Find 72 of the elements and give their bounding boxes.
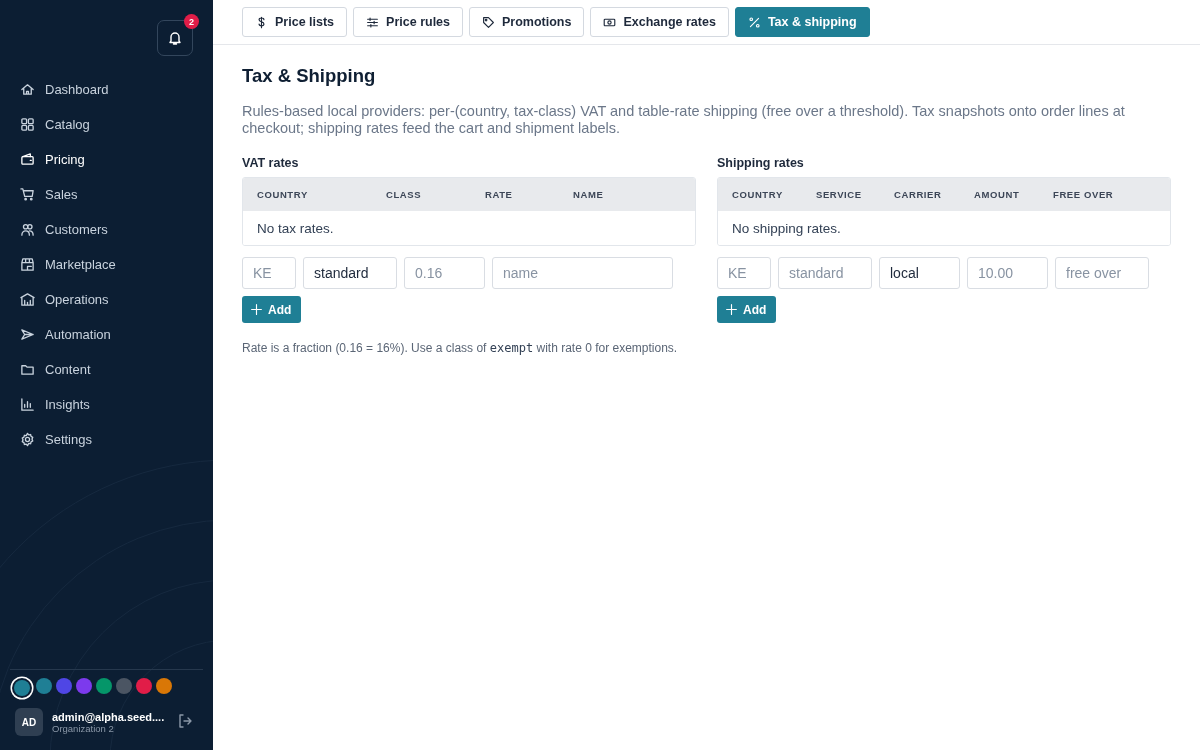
home-icon	[20, 81, 35, 97]
add-button[interactable]: Add	[717, 296, 777, 323]
nav-item[interactable]: Operations	[12, 288, 201, 310]
tab[interactable]: Promotions	[469, 7, 585, 37]
nav-item[interactable]: Dashboard	[12, 78, 201, 100]
input-field[interactable]: local	[879, 257, 960, 289]
tab[interactable]: Exchange rates	[590, 7, 729, 37]
user-avatar: AD	[15, 708, 43, 736]
dollar-icon	[255, 15, 268, 29]
input-field[interactable]: standard	[778, 257, 872, 289]
notification-button[interactable]	[157, 20, 193, 56]
sliders-icon	[366, 15, 380, 29]
input-field[interactable]: standard	[303, 257, 397, 289]
theme-swatch[interactable]	[96, 678, 112, 694]
plus-icon	[725, 303, 738, 316]
tab[interactable]: Price rules	[353, 7, 463, 37]
nav-item[interactable]: Sales	[12, 183, 201, 205]
input-field[interactable]: KE	[242, 257, 296, 289]
page-description: Rules-based local providers: per-(country, tax-class) VAT and table-rate shipping (free over a threshold). Tax snapshots onto order lines at checkout; shipping rates feed the cart and shipment labels.	[242, 103, 1126, 137]
nav-item[interactable]: Insights	[12, 393, 201, 415]
organization-name: Organization 2	[52, 722, 114, 734]
percent-icon	[747, 15, 761, 29]
user-email: admin@alpha.seed....	[52, 710, 165, 723]
input-field[interactable]: 10.00	[967, 257, 1048, 289]
input-field[interactable]: free over	[1055, 257, 1149, 289]
add-button[interactable]: Add	[242, 296, 302, 323]
users-icon	[20, 221, 35, 237]
notification-badge: 2	[184, 14, 199, 29]
building-icon	[20, 291, 35, 307]
input-field[interactable]: KE	[717, 257, 771, 289]
column-header: SERVICE	[816, 189, 863, 200]
theme-swatch[interactable]	[56, 678, 72, 694]
column-header: COUNTRY	[257, 189, 309, 200]
theme-swatch[interactable]	[136, 678, 152, 694]
column-header: COUNTRY	[732, 189, 784, 200]
column-header: CARRIER	[894, 189, 943, 200]
theme-swatch[interactable]	[76, 678, 92, 694]
theme-swatch[interactable]	[116, 678, 132, 694]
column-header: NAME	[573, 189, 605, 200]
cart-icon	[20, 186, 35, 202]
tag-icon	[482, 15, 495, 29]
nav-item[interactable]: Catalog	[12, 113, 201, 135]
nav-item[interactable]: Pricing	[12, 148, 201, 170]
nav-item[interactable]: Customers	[12, 218, 201, 240]
section-heading: Shipping rates	[717, 156, 805, 170]
column-header: AMOUNT	[974, 189, 1021, 200]
tab[interactable]: Tax & shipping	[734, 7, 870, 37]
tab[interactable]: Price lists	[242, 7, 348, 37]
nav-item[interactable]: Marketplace	[12, 253, 201, 275]
theme-swatch[interactable]	[14, 680, 30, 696]
input-field[interactable]: name	[492, 257, 673, 289]
nav-item[interactable]: Content	[12, 358, 201, 380]
nav-item[interactable]: Automation	[12, 323, 201, 345]
column-header: RATE	[485, 189, 514, 200]
column-header: CLASS	[386, 189, 423, 200]
store-icon	[20, 256, 35, 272]
section-heading: VAT rates	[242, 156, 300, 170]
wallet-icon	[20, 151, 35, 167]
help-text: Rate is a fraction (0.16 = 16%). Use a class of exempt with rate 0 for exemptions.	[242, 341, 679, 355]
bar-chart-icon	[20, 396, 35, 412]
settings-icon	[20, 431, 35, 447]
logout-icon[interactable]	[177, 712, 193, 729]
page-title: Tax & Shipping	[242, 65, 377, 87]
send-icon	[20, 326, 35, 342]
column-header: FREE OVER	[1053, 189, 1115, 200]
nav-item[interactable]: Settings	[12, 428, 201, 450]
theme-swatch[interactable]	[156, 678, 172, 694]
theme-swatch[interactable]	[36, 678, 52, 694]
grid-icon	[20, 116, 35, 132]
plus-icon	[250, 303, 263, 316]
bell-icon	[167, 30, 183, 46]
input-field[interactable]: 0.16	[404, 257, 485, 289]
